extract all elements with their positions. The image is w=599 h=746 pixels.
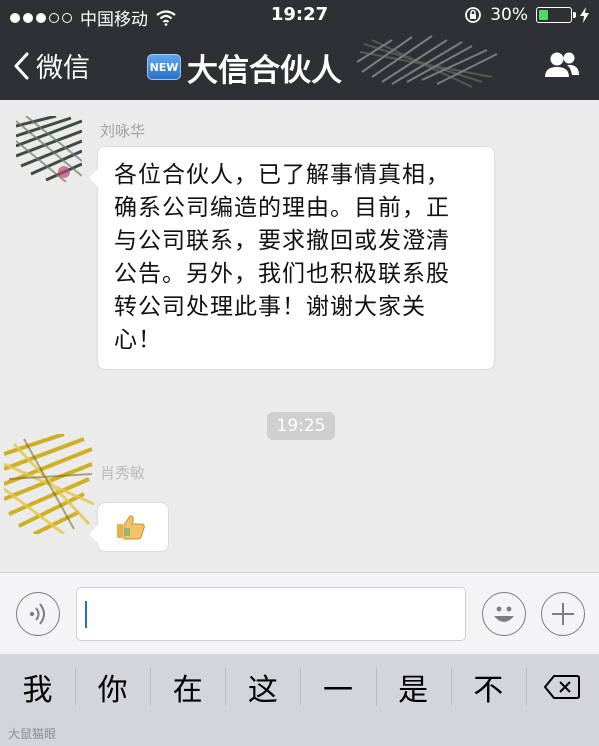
candidate-item[interactable]: 这 — [225, 654, 300, 720]
message-line: 转公司处理此事！谢谢大家关 — [114, 294, 426, 320]
message-line: 各位合伙人，已了解事情真相， — [114, 162, 450, 188]
rotation-lock-icon — [465, 7, 482, 23]
redaction-scribble — [356, 35, 498, 88]
avatar[interactable] — [3, 432, 95, 536]
back-button[interactable]: 微信 — [14, 46, 90, 85]
header: 中国移动 19:27 30% 微信 NEW 大信合伙人 — [0, 0, 599, 100]
text-caret — [85, 601, 87, 628]
battery-icon — [536, 7, 576, 23]
thumbs-up-icon — [117, 515, 145, 540]
input-bar — [0, 572, 599, 654]
status-right: 30% — [464, 5, 589, 25]
timestamp-pill: 19:25 — [267, 412, 335, 440]
group-members-icon[interactable] — [543, 50, 581, 84]
chat-area[interactable]: 刘咏华 各位合伙人，已了解事情真相， 确系公司编造的理由。目前，正 与公司联系，… — [0, 100, 599, 572]
ime-candidate-bar: 我 你 在 这 一 是 不 — [0, 654, 599, 720]
delete-button[interactable] — [525, 654, 599, 720]
message-bubble[interactable]: 各位合伙人，已了解事情真相， 确系公司编造的理由。目前，正 与公司联系，要求撤回… — [89, 146, 495, 370]
new-badge: NEW — [147, 54, 181, 80]
message-line: 心！ — [114, 327, 162, 353]
message-input[interactable] — [76, 587, 466, 641]
message-line: 公告。另外，我们也积极联系股 — [114, 261, 450, 287]
message-text: 各位合伙人，已了解事情真相， 确系公司编造的理由。目前，正 与公司联系，要求撤回… — [98, 147, 494, 369]
nav-bar: 微信 NEW 大信合伙人 — [0, 32, 599, 100]
backspace-icon — [544, 675, 581, 699]
status-bar: 中国移动 19:27 30% — [0, 0, 599, 30]
voice-button[interactable] — [16, 592, 60, 636]
keyboard-strip: 大鼠猫眼 — [0, 720, 599, 746]
plus-icon — [551, 602, 574, 625]
candidate-item[interactable]: 不 — [450, 654, 526, 720]
voice-icon — [29, 602, 45, 625]
more-button[interactable] — [541, 592, 585, 636]
candidate-item[interactable]: 是 — [375, 654, 451, 720]
message-line: 与公司联系，要求撤回或发澄清 — [114, 228, 450, 254]
candidate-item[interactable]: 一 — [300, 654, 375, 720]
chevron-left-icon — [14, 52, 29, 79]
watermark: 大鼠猫眼 — [8, 727, 57, 741]
charging-bolt-icon — [580, 7, 589, 23]
sender-name: 刘咏华 — [100, 122, 146, 140]
battery-percent: 30% — [490, 5, 528, 25]
emoji-button[interactable] — [482, 592, 526, 636]
sender-name: 肖秀敏 — [100, 464, 146, 482]
avatar[interactable] — [15, 114, 83, 183]
candidate-item[interactable]: 你 — [75, 654, 150, 720]
candidate-item[interactable]: 在 — [150, 654, 225, 720]
candidate-item[interactable]: 我 — [0, 654, 75, 720]
message-line: 确系公司编造的理由。目前，正 — [114, 195, 450, 221]
chat-title: 大信合伙人 — [187, 53, 342, 89]
back-label: 微信 — [36, 53, 90, 84]
emoji-icon — [493, 606, 514, 622]
message-bubble[interactable] — [89, 502, 169, 552]
